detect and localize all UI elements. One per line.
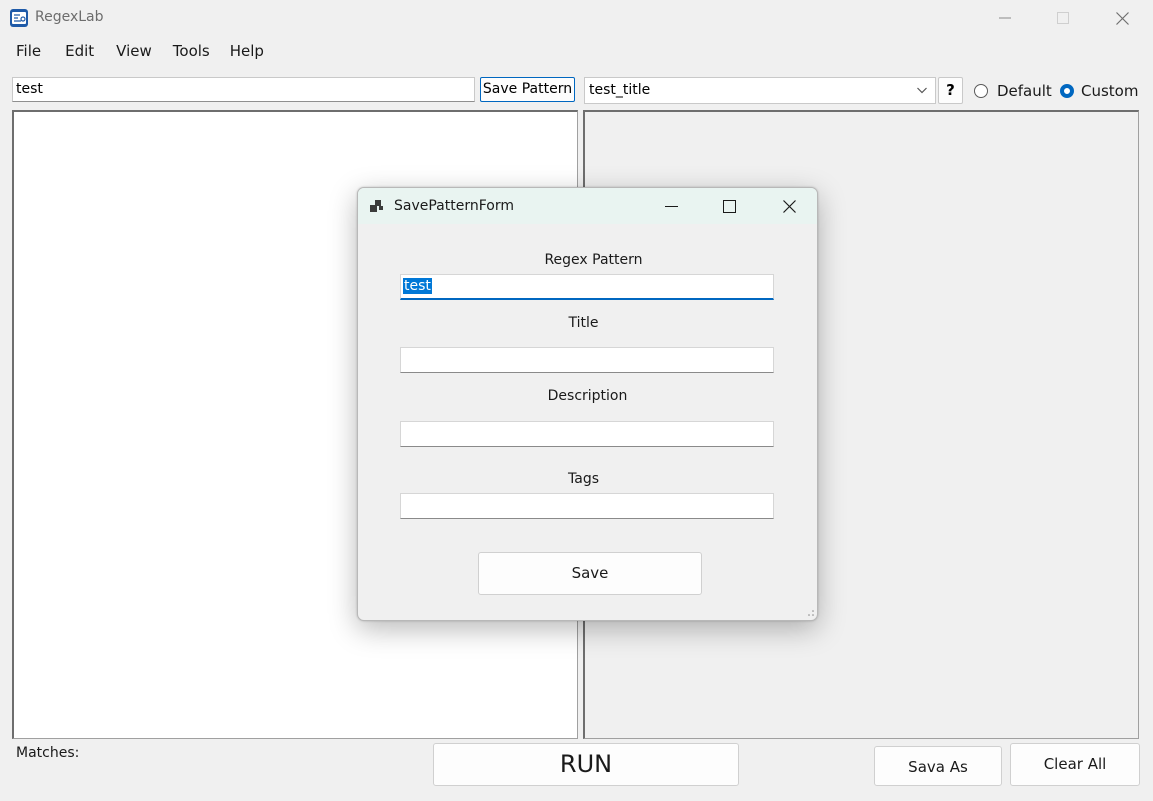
dialog-description-input[interactable] <box>400 421 774 447</box>
maximize-icon <box>1057 12 1069 24</box>
resize-grip-icon[interactable] <box>807 609 815 617</box>
menu-tools[interactable]: Tools <box>162 38 220 64</box>
dialog-tags-input[interactable] <box>400 493 774 519</box>
dialog-title: SavePatternForm <box>394 198 514 214</box>
save-pattern-button[interactable]: Save Pattern <box>480 77 575 102</box>
close-icon <box>1115 11 1129 25</box>
pattern-title-select-value: test_title <box>589 82 651 98</box>
dialog-save-button[interactable]: Save <box>478 552 702 595</box>
dialog-close-button[interactable] <box>760 188 817 224</box>
tags-label: Tags <box>568 471 599 487</box>
radio-custom-label: Custom <box>1081 82 1139 100</box>
save-pattern-dialog: SavePatternForm Regex Pattern test Title… <box>357 187 818 621</box>
run-button[interactable]: RUN <box>433 743 739 786</box>
help-button[interactable]: ? <box>938 77 963 104</box>
form-app-icon <box>370 200 383 212</box>
dialog-regex-pattern-input[interactable]: test <box>400 274 774 300</box>
radio-custom[interactable] <box>1060 84 1074 98</box>
dialog-minimize-button[interactable] <box>642 188 700 224</box>
radio-default[interactable] <box>974 84 988 98</box>
close-icon <box>782 199 796 213</box>
regex-pattern-input[interactable]: test <box>12 77 475 102</box>
menu-edit[interactable]: Edit <box>51 38 104 64</box>
minimize-button[interactable] <box>976 0 1034 36</box>
matches-label: Matches: <box>16 745 80 761</box>
description-label: Description <box>547 388 628 404</box>
minimize-icon <box>999 17 1011 19</box>
regex-pattern-label: Regex Pattern <box>544 252 643 268</box>
chevron-down-icon <box>917 87 927 94</box>
maximize-icon <box>722 199 736 213</box>
menu-view[interactable]: View <box>104 38 162 64</box>
window-title: RegexLab <box>35 9 104 25</box>
dialog-title-input[interactable] <box>400 347 774 373</box>
menu-bar: File Edit View Tools Help <box>0 38 274 64</box>
maximize-button[interactable] <box>1034 0 1092 36</box>
menu-file[interactable]: File <box>0 38 51 64</box>
dialog-maximize-button[interactable] <box>700 188 758 224</box>
minimize-icon <box>664 205 678 207</box>
title-label: Title <box>568 315 599 331</box>
pattern-title-select[interactable]: test_title <box>584 77 936 104</box>
close-button[interactable] <box>1093 0 1151 36</box>
radio-default-label: Default <box>997 82 1052 100</box>
regexlab-app-icon <box>10 9 28 27</box>
clear-all-button[interactable]: Clear All <box>1010 743 1140 786</box>
dialog-regex-pattern-value: test <box>403 278 432 294</box>
menu-help[interactable]: Help <box>220 38 274 64</box>
save-as-button[interactable]: Sava As <box>874 746 1002 786</box>
